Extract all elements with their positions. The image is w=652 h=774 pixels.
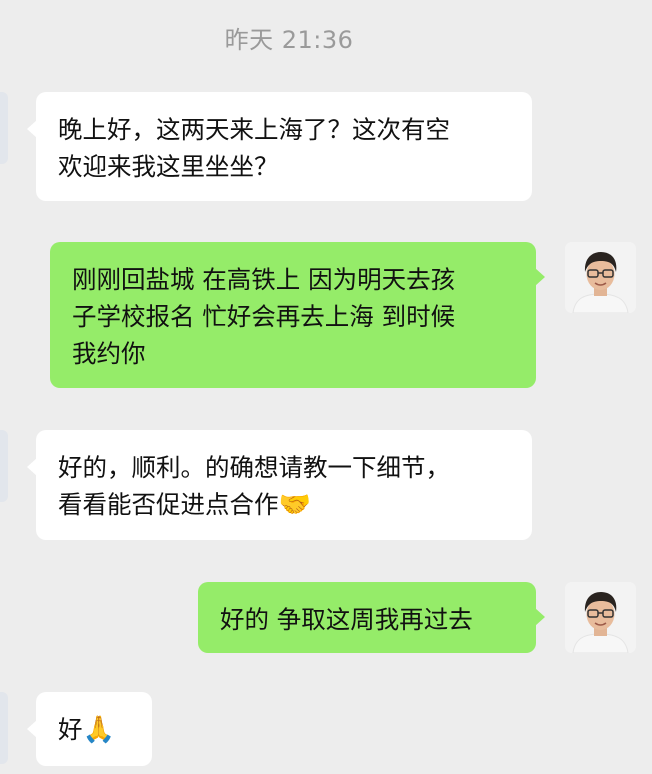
message-text-line: 好的，顺利。的确想请教一下细节， [58,453,450,482]
message-text-line: 晚上好，这两天来上海了？这次有空 [58,115,450,144]
contact-avatar-edge[interactable] [0,92,8,164]
message-text-line: 好的 争取这周我再过去 [220,605,473,634]
user-avatar[interactable] [565,242,636,313]
message-bubble-incoming[interactable]: 好的，顺利。的确想请教一下细节， 看看能否促进点合作🤝 [27,430,532,540]
message-text-line: 我约你 [72,339,146,368]
message-text-line: 子学校报名 忙好会再去上海 到时候 [72,302,456,331]
message-text: 看看能否促进点合作 [58,490,279,519]
handshake-emoji-icon: 🤝 [278,490,311,520]
user-avatar-photo-icon [565,582,636,653]
user-avatar-photo-icon [565,242,636,313]
message-bubble-incoming[interactable]: 晚上好，这两天来上海了？这次有空 欢迎来我这里坐坐？ [27,92,532,201]
message-text-line: 刚刚回盐城 在高铁上 因为明天去孩 [72,265,456,294]
message-text-line: 看看能否促进点合作🤝 [58,486,510,524]
folded-hands-emoji-icon: 🙏 [82,715,115,745]
message-text-line: 欢迎来我这里坐坐？ [58,152,279,181]
message-text-line: 好🙏 [58,711,130,749]
message-bubble-outgoing[interactable]: 好的 争取这周我再过去 [198,582,545,653]
contact-avatar-edge[interactable] [0,692,8,764]
message-bubble-incoming[interactable]: 好🙏 [27,692,152,766]
message-text: 好 [58,715,83,744]
user-avatar[interactable] [565,582,636,653]
message-bubble-outgoing[interactable]: 刚刚回盐城 在高铁上 因为明天去孩 子学校报名 忙好会再去上海 到时候 我约你 [50,242,545,388]
contact-avatar-edge[interactable] [0,430,8,502]
timestamp: 昨天 21:36 [224,26,354,54]
